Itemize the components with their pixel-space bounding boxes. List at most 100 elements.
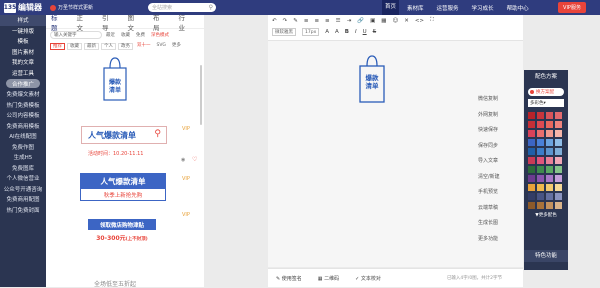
underline-button[interactable]: U (363, 29, 367, 35)
nav-home[interactable]: 首页 (382, 0, 400, 15)
format-icon[interactable]: ✎ (293, 18, 298, 24)
color-swatch[interactable] (555, 175, 562, 182)
color-swatch[interactable] (546, 166, 553, 173)
action-save-sync[interactable]: 保存同步 (478, 142, 514, 158)
color-swatch[interactable] (546, 175, 553, 182)
color-swatch[interactable] (537, 184, 544, 191)
nav-help[interactable]: 帮助中心 (507, 4, 529, 12)
color-scheme-select[interactable]: 多彩色 ▾ (528, 99, 564, 107)
undo-icon[interactable]: ↶ (272, 18, 277, 24)
action-import[interactable]: 导入文章 (478, 157, 514, 173)
sidebar-item-wechat-business[interactable]: 个人微信营业 (0, 173, 46, 184)
code-icon[interactable]: <> (415, 18, 424, 24)
nav-operations[interactable]: 运营服务 (437, 4, 459, 12)
action-mobile-preview[interactable]: 手机预览 (478, 188, 514, 204)
color-swatch[interactable] (555, 130, 562, 137)
color-swatch[interactable] (537, 175, 544, 182)
color-swatch[interactable] (546, 148, 553, 155)
tab-layout[interactable]: 布局 (153, 12, 165, 32)
color-swatch[interactable] (537, 112, 544, 119)
free-button[interactable]: 免费 (136, 32, 145, 38)
recent-button[interactable]: 最近 (106, 32, 115, 38)
favorite-button[interactable]: 收藏 (121, 32, 130, 38)
color-swatch[interactable] (546, 130, 553, 137)
sidebar-item-h5[interactable]: 生成H5 (0, 152, 46, 163)
chip-double-eleven[interactable]: 双十一 (135, 43, 153, 50)
color-swatch[interactable] (528, 112, 535, 119)
template-hot-list-1[interactable]: 人气爆款清单 ⚲ (81, 126, 167, 144)
sidebar-item-account-consult[interactable]: 公众号开通咨询 (0, 184, 46, 195)
table-icon[interactable]: ▦ (381, 18, 386, 24)
color-swatch[interactable] (537, 193, 544, 200)
clear-icon[interactable]: ✕ (404, 18, 409, 24)
color-swatch[interactable] (537, 202, 544, 209)
use-signature-button[interactable]: ✎ 使用签名 (276, 275, 310, 282)
sidebar-item-partner[interactable]: 合作推广 (6, 79, 40, 88)
nav-learning[interactable]: 学习成长 (472, 4, 494, 12)
sidebar-item-one-click[interactable]: 一键排版 (0, 26, 46, 37)
chip-more[interactable]: 更多 (170, 43, 183, 50)
nav-materials[interactable]: 素材库 (407, 4, 424, 12)
color-swatch[interactable] (528, 157, 535, 164)
chip-government[interactable]: 政务 (118, 42, 133, 50)
color-swatch[interactable] (555, 157, 562, 164)
align-left-icon[interactable]: ≡ (304, 18, 309, 24)
sidebar-item-hot-templates[interactable]: 热门免费模板 (0, 100, 46, 111)
color-swatch[interactable] (555, 112, 562, 119)
sidebar-item-tools[interactable]: 运营工具 (0, 68, 46, 79)
sidebar-item-free-articles[interactable]: 免费爆文素材 (0, 89, 46, 100)
color-swatch[interactable] (528, 184, 535, 191)
panel-scrollbar[interactable] (200, 65, 202, 125)
bold-button[interactable]: B (345, 29, 349, 35)
action-wechat-copy[interactable]: 微信复制 (478, 95, 514, 111)
color-swatch[interactable] (537, 157, 544, 164)
sidebar-item-templates[interactable]: 模板 (0, 36, 46, 47)
color-swatch[interactable] (555, 202, 562, 209)
font-family-select[interactable]: 微软雅黑 (272, 27, 296, 36)
align-center-icon[interactable]: ≡ (314, 18, 319, 24)
chip-recommend[interactable]: 推荐 (50, 42, 65, 50)
features-button[interactable]: 特色功能 (524, 250, 568, 262)
color-swatch[interactable] (537, 130, 544, 137)
chip-svg[interactable]: SVG (155, 43, 168, 50)
sidebar-item-my-articles[interactable]: 我的文章 (0, 57, 46, 68)
promo-banner[interactable]: 万圣节样式更新 (50, 4, 130, 11)
align-right-icon[interactable]: ≡ (325, 18, 330, 24)
image-icon[interactable]: ▣ (370, 18, 375, 24)
color-swatch[interactable] (546, 121, 553, 128)
proofread-button[interactable]: ✓ 文本校对 (355, 275, 389, 282)
color-swatch[interactable] (537, 139, 544, 146)
sidebar-item-images[interactable]: 图片素材 (0, 47, 46, 58)
italic-button[interactable]: I (355, 29, 357, 35)
color-swatch[interactable] (528, 130, 535, 137)
list-icon[interactable]: ☰ (336, 18, 341, 24)
fullscreen-icon[interactable]: ⛶ (430, 17, 434, 24)
color-swatch[interactable] (528, 121, 535, 128)
sidebar-item-commercial-images[interactable]: 免费商用配图 (0, 194, 46, 205)
sidebar-item-free-design[interactable]: 免费作图 (0, 142, 46, 153)
sidebar-item-styles[interactable]: 样式 (0, 15, 46, 26)
color-swatch[interactable] (528, 148, 535, 155)
preview-eye-icon[interactable]: ◉ (181, 157, 185, 163)
color-swatch[interactable] (555, 166, 562, 173)
chip-favorites[interactable]: 收藏 (67, 42, 82, 50)
action-more[interactable]: 更多功能 (478, 235, 514, 251)
tab-body[interactable]: 正文 (77, 12, 89, 32)
sidebar-item-commercial-templates[interactable]: 免费商用模板 (0, 121, 46, 132)
color-swatch[interactable] (528, 202, 535, 209)
sidebar-item-hot-covers[interactable]: 热门免费封面 (0, 205, 46, 216)
color-swatch[interactable] (555, 121, 562, 128)
emoji-icon[interactable]: ☺ (392, 18, 398, 24)
color-swatch[interactable] (555, 139, 562, 146)
color-swatch[interactable] (546, 193, 553, 200)
search-icon[interactable]: ⚲ (209, 4, 213, 11)
sidebar-item-company-templates[interactable]: 公司内容模板 (0, 110, 46, 121)
action-external-copy[interactable]: 外网复制 (478, 111, 514, 127)
tab-image-text[interactable]: 图文 (128, 12, 140, 32)
color-swatch[interactable] (555, 148, 562, 155)
color-swatch[interactable] (546, 202, 553, 209)
action-clear-new[interactable]: 清空/新建 (478, 173, 514, 189)
link-icon[interactable]: 🔗 (357, 18, 364, 24)
tab-industry[interactable]: 行业 (179, 12, 191, 32)
dark-mode-button[interactable]: 深色模式 (151, 32, 169, 38)
